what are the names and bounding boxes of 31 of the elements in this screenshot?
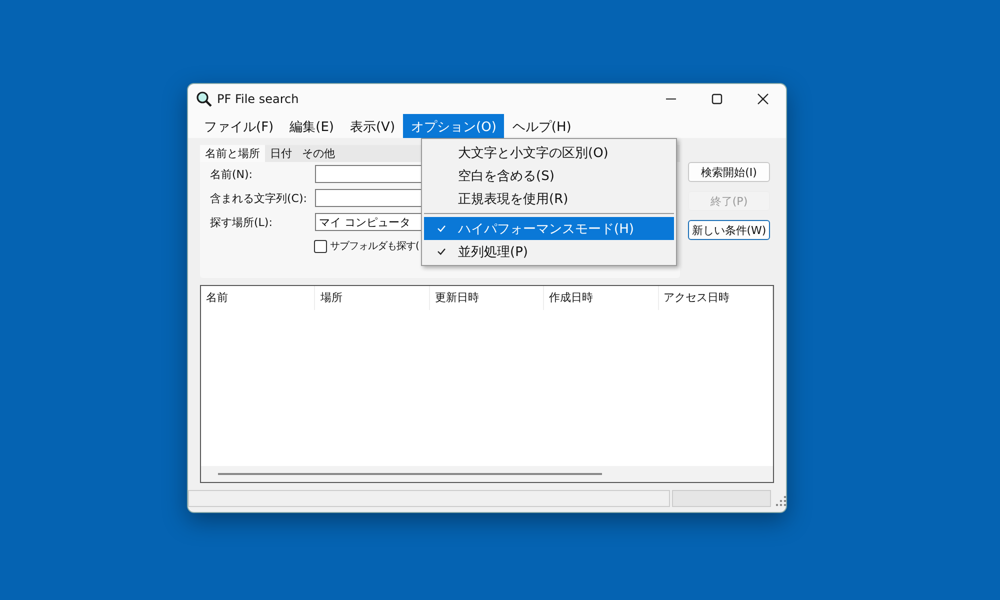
close-icon[interactable] [757, 93, 769, 105]
column-header[interactable]: 作成日時 [544, 286, 659, 310]
menu-option[interactable]: 大文字と小文字の区別(O) [424, 141, 674, 164]
field-label: 探す場所(L): [210, 214, 274, 230]
menu-option[interactable]: 空白を含める(S) [424, 164, 674, 187]
tab[interactable]: 日付 [265, 145, 297, 162]
horizontal-scrollbar[interactable] [201, 466, 773, 482]
resize-grip-icon[interactable] [776, 496, 786, 506]
magnifier-icon [196, 91, 212, 107]
window-title: PF File search [217, 92, 299, 106]
column-header[interactable]: アクセス日時 [658, 286, 774, 310]
tab[interactable]: 名前と場所 [200, 145, 265, 162]
menu-item[interactable]: ファイル(F) [196, 114, 282, 138]
checkbox[interactable] [314, 240, 327, 252]
menu-option[interactable]: ハイパフォーマンスモード(H) [424, 217, 674, 240]
menu-item[interactable]: オプション(O) [403, 114, 504, 138]
menu-option[interactable]: 並列処理(P) [424, 240, 674, 263]
action-button[interactable]: 新しい条件(W) [688, 220, 770, 240]
action-button[interactable]: 検索開始(I) [688, 162, 770, 182]
checkbox-label: サブフォルダも探す( [330, 240, 419, 253]
menu-option[interactable]: 正規表現を使用(R) [424, 187, 674, 210]
menu-item[interactable]: ヘルプ(H) [504, 114, 580, 138]
column-header[interactable]: 場所 [315, 286, 430, 310]
menu-item[interactable]: 編集(E) [282, 114, 342, 138]
field-label: 名前(N): [210, 166, 254, 182]
maximize-icon[interactable] [711, 93, 723, 105]
field-label: 含まれる文字列(C): [210, 190, 308, 206]
menu-item[interactable]: 表示(V) [342, 114, 404, 138]
column-header[interactable]: 名前 [201, 286, 316, 310]
tab[interactable]: その他 [297, 145, 340, 162]
column-header[interactable]: 更新日時 [430, 286, 544, 310]
